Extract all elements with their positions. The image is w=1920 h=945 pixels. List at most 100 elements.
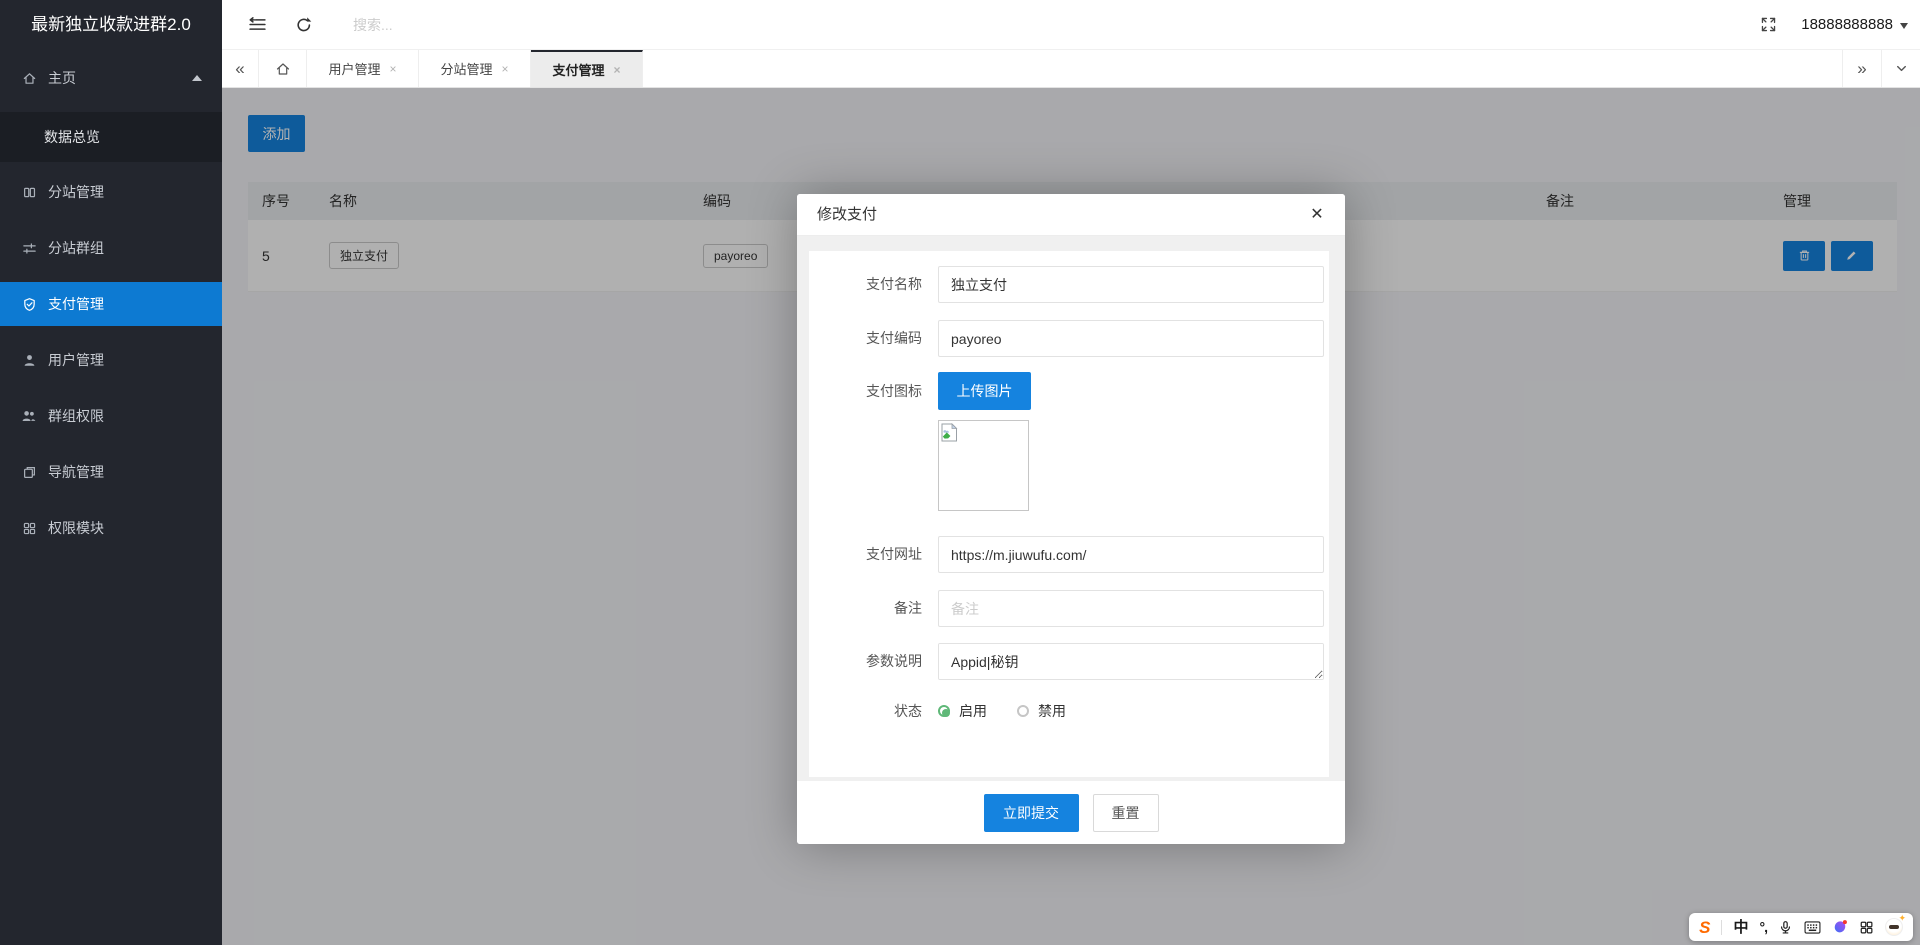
tabs-scroll-left-button[interactable]: « xyxy=(222,50,259,87)
tabs-menu-button[interactable] xyxy=(1881,50,1920,87)
microphone-icon[interactable] xyxy=(1778,920,1793,935)
image-preview-box xyxy=(938,420,1029,511)
form-row-url: 支付网址 xyxy=(824,536,1324,573)
remark-field[interactable] xyxy=(938,590,1324,627)
color-palette-icon[interactable] xyxy=(1832,919,1848,935)
tab-label: 用户管理 xyxy=(328,59,380,78)
payment-name-field[interactable] xyxy=(938,266,1324,303)
name-label: 支付名称 xyxy=(824,266,922,303)
sidebar-item-label: 支付管理 xyxy=(48,294,104,314)
modal-title: 修改支付 xyxy=(817,206,877,223)
caret-down-icon xyxy=(1900,23,1908,29)
tab-user-mgmt[interactable]: 用户管理 × xyxy=(307,50,419,87)
topbar-right: 18888888888 xyxy=(1760,16,1920,33)
form-row-params: 参数说明 Appid|秘钥 xyxy=(824,643,1324,680)
modal-header: 修改支付 ✕ xyxy=(797,194,1345,236)
sidebar-item-permission-modules[interactable]: 权限模块 xyxy=(0,506,222,550)
close-icon[interactable]: × xyxy=(390,62,397,76)
payment-url-field[interactable] xyxy=(938,536,1324,573)
topbar: 18888888888 xyxy=(222,0,1920,50)
home-icon xyxy=(21,70,37,86)
columns-icon xyxy=(21,184,37,200)
caret-up-icon xyxy=(192,75,202,81)
tabs-scroll-right-button[interactable]: » xyxy=(1842,50,1881,87)
refresh-icon[interactable] xyxy=(295,16,313,34)
sidebar-item-substation-mgmt[interactable]: 分站管理 xyxy=(0,170,222,214)
form-row-name: 支付名称 xyxy=(824,266,1324,303)
sidebar-item-user-mgmt[interactable]: 用户管理 xyxy=(0,338,222,382)
tab-label: 支付管理 xyxy=(552,60,604,79)
copy-icon xyxy=(21,464,37,480)
icon-label: 支付图标 xyxy=(824,372,922,511)
sidebar-item-nav-mgmt[interactable]: 导航管理 xyxy=(0,450,222,494)
modal-body: 支付名称 支付编码 支付图标 上传图片 支付网址 xyxy=(797,236,1345,781)
sidebar-item-payment-mgmt[interactable]: 支付管理 xyxy=(0,282,222,326)
emoji-icon[interactable]: ✦ xyxy=(1885,918,1903,936)
form-row-code: 支付编码 xyxy=(824,320,1324,357)
collapse-sidebar-icon[interactable] xyxy=(248,15,267,34)
tab-home[interactable] xyxy=(259,50,307,87)
params-label: 参数说明 xyxy=(824,643,922,680)
user-account-dropdown[interactable]: 18888888888 xyxy=(1801,16,1908,33)
close-icon[interactable]: ✕ xyxy=(1299,194,1335,236)
tab-payment-mgmt[interactable]: 支付管理 × xyxy=(531,50,643,87)
url-label: 支付网址 xyxy=(824,536,922,573)
grid-icon xyxy=(21,520,37,536)
sidebar-item-label: 权限模块 xyxy=(48,518,104,538)
radio-label: 禁用 xyxy=(1038,701,1066,721)
form-row-remark: 备注 xyxy=(824,590,1324,627)
sidebar-item-substation-groups[interactable]: 分站群组 xyxy=(0,226,222,270)
sidebar-item-label: 主页 xyxy=(48,68,76,88)
close-icon[interactable]: × xyxy=(614,63,621,77)
params-description-field[interactable]: Appid|秘钥 xyxy=(938,643,1324,680)
submit-button[interactable]: 立即提交 xyxy=(984,794,1079,832)
sidebar-item-label: 用户管理 xyxy=(48,350,104,370)
code-label: 支付编码 xyxy=(824,320,922,357)
chinese-mode-icon[interactable]: 中 xyxy=(1733,920,1748,935)
upload-image-button[interactable]: 上传图片 xyxy=(938,372,1031,410)
edit-payment-modal: 修改支付 ✕ 支付名称 支付编码 支付图标 上传图片 xyxy=(797,194,1345,844)
close-icon[interactable]: × xyxy=(502,62,509,76)
form-row-icon: 支付图标 上传图片 xyxy=(824,372,1324,511)
sidebar-item-label: 分站群组 xyxy=(48,238,104,258)
radio-label: 启用 xyxy=(959,701,987,721)
keyboard-icon[interactable] xyxy=(1804,921,1821,934)
tabbar: « 用户管理 × 分站管理 × 支付管理 × » xyxy=(222,50,1920,88)
sidebar-item-label: 数据总览 xyxy=(44,127,100,147)
radio-unselected-icon xyxy=(1017,705,1029,717)
sliders-icon xyxy=(21,240,37,256)
app-grid-icon[interactable] xyxy=(1859,920,1874,935)
radio-selected-icon xyxy=(938,705,950,717)
ime-toolbar: S 中 °, ✦ xyxy=(1689,913,1913,941)
status-radio-disabled[interactable]: 禁用 xyxy=(1017,701,1066,721)
punctuation-icon[interactable]: °, xyxy=(1760,920,1768,934)
broken-image-icon xyxy=(941,423,958,442)
tab-label: 分站管理 xyxy=(440,59,492,78)
sidebar: 最新独立收款进群2.0 主页 数据总览 分站管理 分站群组 支付管理 用户管理 … xyxy=(0,0,222,945)
users-icon xyxy=(21,408,37,424)
payment-code-field[interactable] xyxy=(938,320,1324,357)
sidebar-item-label: 群组权限 xyxy=(48,406,104,426)
sidebar-item-label: 导航管理 xyxy=(48,462,104,482)
payment-form: 支付名称 支付编码 支付图标 上传图片 支付网址 xyxy=(809,251,1329,777)
search-input[interactable] xyxy=(353,17,573,33)
tab-substation-mgmt[interactable]: 分站管理 × xyxy=(419,50,531,87)
sidebar-menu: 主页 数据总览 分站管理 分站群组 支付管理 用户管理 群组权限 导航管理 xyxy=(0,50,222,550)
status-label: 状态 xyxy=(824,701,922,721)
status-radio-enabled[interactable]: 启用 xyxy=(938,701,987,721)
sidebar-item-label: 分站管理 xyxy=(48,182,104,202)
sidebar-item-home[interactable]: 主页 xyxy=(0,56,222,100)
sidebar-item-group-permissions[interactable]: 群组权限 xyxy=(0,394,222,438)
sogou-logo-icon[interactable]: S xyxy=(1699,919,1710,936)
divider xyxy=(1721,920,1722,935)
remark-label: 备注 xyxy=(824,590,922,627)
shield-check-icon xyxy=(21,296,37,312)
phone-number: 18888888888 xyxy=(1801,16,1893,33)
app-title: 最新独立收款进群2.0 xyxy=(0,0,222,50)
user-icon xyxy=(21,352,37,368)
fullscreen-icon[interactable] xyxy=(1760,16,1777,33)
form-row-status: 状态 启用 禁用 xyxy=(824,701,1324,721)
reset-button[interactable]: 重置 xyxy=(1093,794,1159,832)
modal-footer: 立即提交 重置 xyxy=(797,781,1345,844)
sidebar-item-data-overview[interactable]: 数据总览 xyxy=(0,112,222,162)
